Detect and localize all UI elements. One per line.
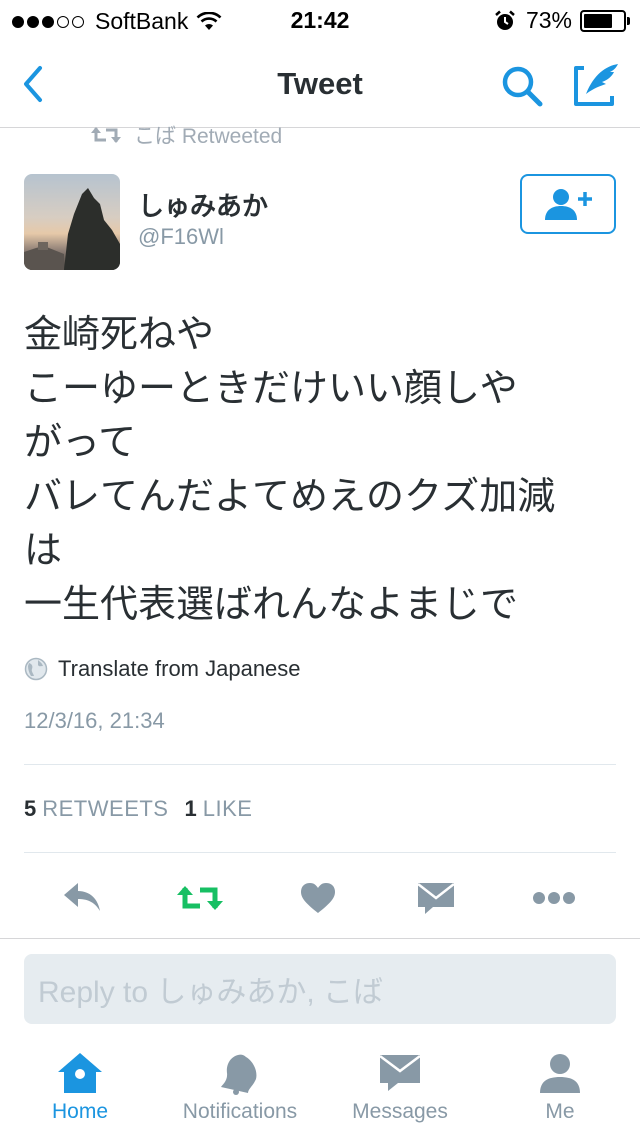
reply-placeholder: Reply to しゅみあか, こば	[38, 976, 384, 1009]
tab-label: Notifications	[182, 1100, 298, 1123]
retweet-count[interactable]: 5	[24, 796, 36, 822]
tweet-text-line: こーゆーときだけいい顔しや	[24, 368, 518, 410]
heart-icon	[301, 883, 335, 913]
tweet-text-line: がって	[24, 422, 137, 464]
alarm-clock-icon	[495, 10, 515, 30]
tab-home[interactable]: Home	[0, 1040, 160, 1136]
tweet-actions	[0, 866, 640, 926]
translate-link[interactable]: Translate from Japanese	[24, 656, 301, 682]
follow-user-plus-icon	[545, 189, 592, 220]
tweet-text-line: は	[24, 530, 63, 572]
tweet-timestamp: 12/3/16, 21:34	[24, 708, 165, 733]
envelope-icon	[379, 1055, 421, 1091]
battery-percent: 73%	[525, 7, 572, 33]
search-icon[interactable]	[498, 62, 546, 110]
tweet-text-line: バレてんだよてめえのクズ加減	[24, 476, 556, 518]
like-label[interactable]: LIKE	[203, 796, 253, 822]
like-count[interactable]: 1	[184, 796, 196, 822]
home-icon	[58, 1053, 102, 1093]
divider	[0, 938, 640, 939]
follow-button[interactable]	[520, 174, 616, 234]
person-icon	[540, 1054, 580, 1093]
tweet-text: 金崎死ねや こーゆーときだけいい顔しや がって バレてんだよてめえのクズ加減 は…	[24, 308, 604, 632]
battery-icon	[580, 9, 630, 32]
tab-messages[interactable]: Messages	[320, 1040, 480, 1136]
retweet-icon	[177, 886, 223, 910]
status-right: 73%	[494, 7, 630, 34]
retweeted-by-text: こば Retweeted	[134, 125, 283, 148]
avatar[interactable]	[24, 174, 120, 270]
screen-name[interactable]: @F16Wl	[138, 224, 224, 250]
battery-fill	[584, 13, 612, 28]
tab-label: Me	[545, 1100, 575, 1123]
retweet-label[interactable]: RETWEETS	[42, 796, 168, 822]
display-name[interactable]: しゅみあか	[138, 186, 268, 223]
bell-icon	[221, 1054, 257, 1095]
tweet-text-line: 金崎死ねや	[24, 314, 215, 356]
tweet-text-line: 一生代表選ばれんなよまじで	[24, 584, 519, 626]
navigation-bar: Tweet	[0, 40, 640, 128]
globe-icon	[24, 657, 48, 681]
reply-input[interactable]: Reply to しゅみあか, こば	[24, 954, 616, 1024]
tab-label: Messages	[352, 1100, 448, 1123]
more-button[interactable]	[530, 874, 578, 922]
translate-label: Translate from Japanese	[58, 656, 301, 681]
retweeted-by-row[interactable]: こば Retweeted	[90, 120, 282, 150]
divider	[24, 764, 616, 765]
tab-label: Home	[51, 1100, 109, 1123]
retweet-icon	[91, 127, 121, 143]
avatar-photo	[24, 188, 120, 270]
direct-message-button[interactable]	[412, 874, 460, 922]
tab-bar: Home Notifications Messages Me	[0, 1040, 640, 1136]
tab-me[interactable]: Me	[480, 1040, 640, 1136]
more-dots-icon	[533, 892, 575, 904]
divider	[24, 852, 616, 853]
reply-button[interactable]	[58, 874, 106, 922]
compose-quill-icon[interactable]	[572, 60, 622, 110]
tab-notifications[interactable]: Notifications	[160, 1040, 320, 1136]
envelope-icon	[417, 883, 455, 914]
reply-icon	[64, 883, 100, 911]
tweet-stats: 5 RETWEETS 1 LIKE	[24, 796, 268, 822]
retweet-button[interactable]	[176, 874, 224, 922]
status-bar: SoftBank 21:42 73%	[0, 0, 640, 40]
like-button[interactable]	[294, 874, 342, 922]
